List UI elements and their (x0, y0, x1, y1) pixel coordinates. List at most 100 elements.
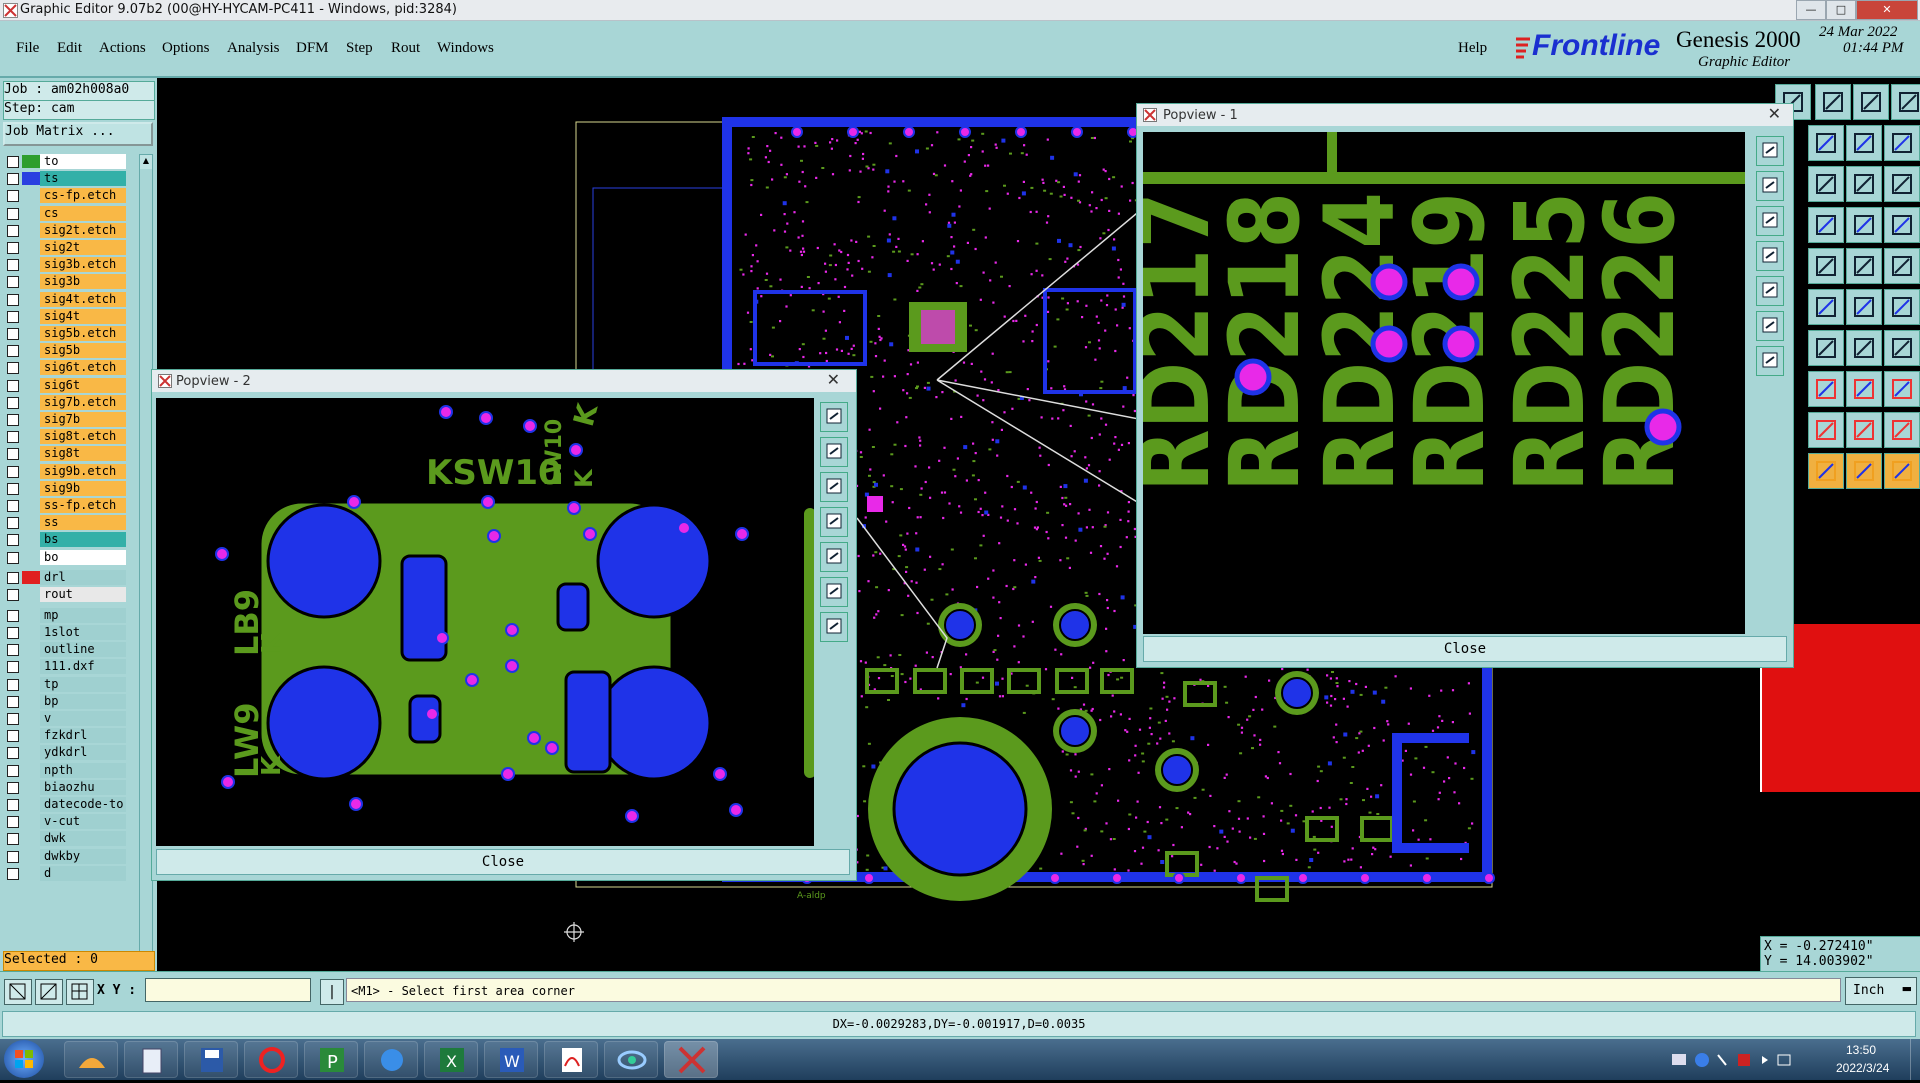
pop-fit-icon[interactable] (820, 472, 848, 502)
minus-icon[interactable] (1808, 371, 1844, 407)
pop-export-icon[interactable] (1756, 276, 1784, 306)
layer-row-sig2t[interactable]: sig2t (4, 240, 126, 255)
xy-input[interactable] (145, 978, 311, 1002)
pointer-icon[interactable] (1808, 453, 1844, 489)
layer-row-tp[interactable]: tp (4, 676, 126, 692)
pointer-select-icon[interactable] (1846, 453, 1882, 489)
taskbar-messenger-icon[interactable] (364, 1041, 418, 1078)
text-a-box-icon[interactable] (1846, 412, 1882, 448)
layer-row-ydkdrl[interactable]: ydkdrl (4, 745, 126, 761)
route-icon[interactable] (1884, 207, 1920, 243)
layer-row-sig9b-etch[interactable]: sig9b.etch (4, 463, 126, 479)
pop-expand-icon[interactable] (1756, 346, 1784, 376)
layer-checkbox[interactable] (7, 396, 19, 409)
layer-row-sig3b-etch[interactable]: sig3b.etch (4, 257, 126, 273)
layer-row-cs-fp-etch[interactable]: cs-fp.etch (4, 188, 126, 204)
layer-row-sig5b-etch[interactable]: sig5b.etch (4, 326, 126, 341)
layer-checkbox[interactable] (7, 534, 19, 547)
menu-rout[interactable]: Rout (391, 40, 420, 57)
pop-expand-icon[interactable] (820, 612, 848, 642)
menu-analysis[interactable]: Analysis (227, 40, 280, 57)
layer-checkbox[interactable] (7, 242, 19, 254)
cross-icon[interactable] (1808, 289, 1844, 325)
layer-row-bo[interactable]: bo (4, 549, 126, 565)
layers-icon[interactable] (1846, 207, 1882, 243)
mirror-icon[interactable] (1846, 125, 1882, 161)
layer-checkbox[interactable] (7, 730, 19, 743)
node-icon[interactable] (1846, 289, 1882, 325)
layer-checkbox[interactable] (7, 551, 19, 564)
layer-row-111-dxf[interactable]: 111.dxf (4, 659, 126, 675)
popview-1-titlebar[interactable]: Popview - 1 ✕ (1137, 104, 1793, 126)
hatch-icon[interactable] (1808, 248, 1844, 284)
layer-checkbox[interactable] (7, 414, 19, 426)
popview-1-canvas[interactable]: RD217 RD218 RD224 RD219 RD225 RD226 (1143, 132, 1745, 634)
layer-row-sig5b[interactable]: sig5b (4, 343, 126, 359)
taskbar-word-icon[interactable]: W (484, 1041, 538, 1078)
popview-2-close-icon[interactable]: ✕ (827, 370, 840, 389)
menu-file[interactable]: File (16, 40, 39, 57)
taskbar-p-icon[interactable]: P (304, 1041, 358, 1078)
pop-zoom-icon[interactable] (820, 402, 848, 432)
line-icon[interactable] (1808, 330, 1844, 366)
text-a-fill-icon[interactable] (1884, 412, 1920, 448)
taskbar-pdf-icon[interactable] (544, 1041, 598, 1078)
menu-step[interactable]: Step (346, 40, 373, 57)
layer-row-d[interactable]: d (4, 865, 126, 881)
layer-checkbox[interactable] (7, 850, 19, 863)
layer-row-ts[interactable]: ts (4, 171, 126, 187)
menu-windows[interactable]: Windows (437, 40, 494, 57)
layer-row-dwk[interactable]: dwk (4, 831, 126, 847)
snap-icon[interactable] (1884, 125, 1920, 161)
menu-options[interactable]: Options (162, 40, 210, 57)
layer-checkbox[interactable] (7, 500, 19, 512)
layer-checkbox[interactable] (7, 173, 19, 186)
menu-help[interactable]: Help (1458, 40, 1487, 57)
taskbar-graphic-editor-icon[interactable] (664, 1041, 718, 1078)
window-icon[interactable] (1891, 84, 1920, 120)
layer-checkbox[interactable] (7, 609, 19, 622)
popview-1-close-button[interactable]: Close (1143, 636, 1787, 662)
layer-row-v[interactable]: v (4, 711, 126, 726)
layer-checkbox[interactable] (7, 627, 19, 639)
layer-row-ss[interactable]: ss (4, 515, 126, 531)
start-button-icon[interactable] (4, 1040, 44, 1078)
close-window-button[interactable]: ✕ (1856, 0, 1918, 20)
units-dropdown[interactable]: Inch ▬ (1845, 977, 1917, 1005)
layer-row-biaozhu[interactable]: biaozhu (4, 779, 126, 795)
scroll-up-icon[interactable]: ▲ (140, 155, 152, 167)
pop-export-icon[interactable] (820, 542, 848, 572)
grid-icon[interactable] (1808, 207, 1844, 243)
menu-edit[interactable]: Edit (57, 40, 82, 57)
layer-checkbox[interactable] (7, 816, 19, 829)
taskbar-excel-icon[interactable]: X (424, 1041, 478, 1078)
layer-row-dwkby[interactable]: dwkby (4, 848, 126, 864)
layer-row-sig6t[interactable]: sig6t (4, 377, 126, 393)
menu-actions[interactable]: Actions (99, 40, 146, 57)
tray-icons[interactable] (1668, 1051, 1818, 1069)
monitor-down-icon[interactable] (1815, 84, 1851, 120)
taskbar-shell-icon[interactable] (64, 1041, 118, 1078)
cross-select-tool-icon[interactable] (35, 979, 63, 1005)
pin-icon[interactable] (1884, 330, 1920, 366)
layer-row-sig8t-etch[interactable]: sig8t.etch (4, 429, 126, 445)
layer-checkbox[interactable] (7, 310, 19, 323)
layer-checkbox[interactable] (7, 465, 19, 478)
layer-checkbox[interactable] (7, 379, 19, 392)
layer-row-sig7b-etch[interactable]: sig7b.etch (4, 394, 126, 410)
pop-zoom-icon[interactable] (1756, 136, 1784, 166)
job-matrix-button[interactable]: Job Matrix ... (3, 122, 153, 146)
layer-checkbox[interactable] (7, 589, 19, 602)
popview-1-close-icon[interactable]: ✕ (1768, 104, 1781, 123)
layer-row-outline[interactable]: outline (4, 642, 126, 658)
layer-checkbox[interactable] (7, 678, 19, 691)
export-icon[interactable] (1808, 125, 1844, 161)
taskbar-genesis-icon[interactable] (244, 1041, 298, 1078)
popview-2-titlebar[interactable]: Popview - 2 ✕ (152, 370, 856, 392)
layer-row-drl[interactable]: drl (4, 570, 126, 586)
layer-checkbox[interactable] (7, 867, 19, 880)
layer-checkbox[interactable] (7, 362, 19, 375)
layer-row-sig4t[interactable]: sig4t (4, 308, 126, 324)
measure-icon[interactable] (1846, 371, 1882, 407)
ruler-icon[interactable] (1846, 248, 1882, 284)
